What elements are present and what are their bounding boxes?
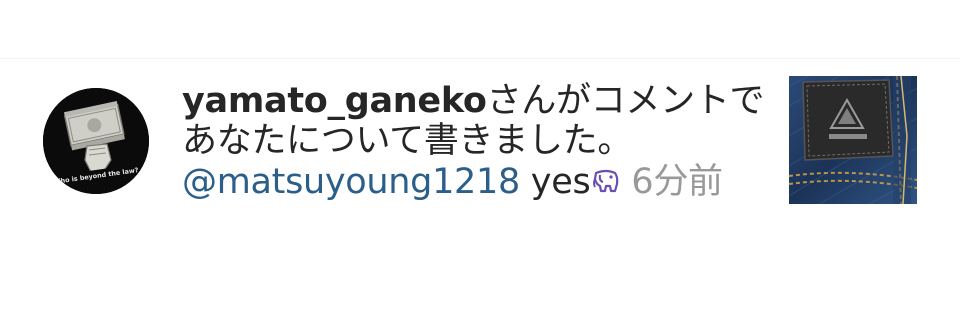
notification-row[interactable]: Who is beyond the law? yamato_ganekoさんがコ… [0,59,960,239]
evernote-elephant-emoji-icon [591,166,621,206]
header-spacer [0,0,960,59]
avatar[interactable]: Who is beyond the law? [43,88,149,194]
money-stack-avatar-icon: Who is beyond the law? [43,88,149,194]
comment-text: yes [530,162,591,202]
denim-jeans-thumbnail-icon [789,76,917,204]
notification-text: yamato_ganekoさんがコメントで あなたについて書きました。 @mat… [182,81,765,206]
comment-line: @matsuyoung1218 yes 6分前 [182,162,762,206]
message-line-1: yamato_ganekoさんがコメントで [182,81,765,121]
post-thumbnail[interactable] [789,76,917,204]
mention-link[interactable]: @matsuyoung1218 [182,162,520,202]
message-line-2: あなたについて書きました。 [182,121,633,161]
timestamp: 6分前 [631,162,723,202]
username-link[interactable]: yamato_ganeko [182,81,487,121]
message-suffix: さんがコメントで [486,81,765,121]
